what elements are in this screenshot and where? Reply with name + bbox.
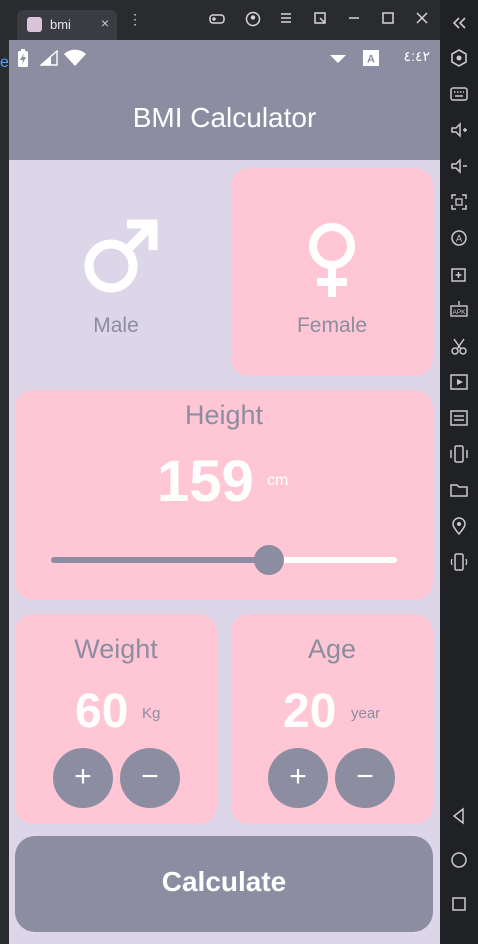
rotate-auto-icon[interactable]: A (448, 227, 470, 249)
slider-thumb[interactable] (253, 545, 284, 575)
female-card[interactable]: Female (231, 168, 433, 376)
battery-charging-icon (17, 48, 29, 73)
weight-label: Weight (74, 634, 158, 664)
account-icon[interactable] (244, 11, 262, 29)
weight-increment-button[interactable]: + (53, 748, 113, 808)
back-nav-icon[interactable] (448, 805, 470, 827)
folder-icon[interactable] (448, 479, 470, 501)
home-nav-icon[interactable] (448, 849, 470, 871)
calculate-label: Calculate (161, 866, 287, 897)
calculate-button[interactable]: Calculate (15, 836, 433, 932)
hamburger-menu-icon[interactable] (277, 11, 295, 29)
age-increment-button[interactable]: + (268, 748, 328, 808)
female-icon (305, 222, 359, 303)
male-icon (81, 216, 161, 301)
weight-decrement-button[interactable]: − (120, 748, 180, 808)
age-card: Age 20 year + − (231, 614, 433, 824)
height-value: 159 (157, 449, 254, 514)
app-title: BMI Calculator (132, 102, 317, 133)
male-card[interactable]: Male (15, 168, 217, 376)
minimize-window-icon[interactable] (345, 11, 363, 29)
macro-list-icon[interactable] (448, 407, 470, 429)
dropdown-indicator-icon (329, 52, 347, 70)
screenshot-frame-icon[interactable] (448, 191, 470, 213)
weight-value: 60 (75, 685, 129, 738)
keyboard-icon[interactable] (448, 83, 470, 105)
height-card: Height 159 cm (15, 390, 433, 600)
recents-nav-icon[interactable] (448, 893, 470, 915)
height-unit: cm (267, 472, 289, 489)
app-favicon-icon (27, 17, 42, 32)
app-bar: BMI Calculator (9, 76, 440, 160)
age-decrement-button[interactable]: − (335, 748, 395, 808)
phone-screen: A ٤:٤٢ BMI Calculator Male Female Height… (9, 40, 440, 944)
volume-up-icon[interactable] (448, 119, 470, 141)
keyboard-indicator-icon: A (363, 50, 379, 71)
location-pin-icon[interactable] (448, 515, 470, 537)
status-time: ٤:٤٢ (403, 48, 430, 64)
svg-text:APK: APK (452, 309, 466, 316)
settings-hex-icon[interactable] (448, 47, 470, 69)
slider-inactive-track (268, 557, 397, 563)
weight-unit: Kg (142, 705, 161, 722)
emulator-titlebar: bmi × ⋮ (0, 0, 440, 40)
volume-down-icon[interactable] (448, 155, 470, 177)
maximize-window-icon[interactable] (379, 11, 397, 29)
rotate-device-icon[interactable] (448, 551, 470, 573)
svg-text:A: A (367, 54, 375, 66)
collapse-sidebar-icon[interactable] (448, 12, 470, 34)
male-label: Male (93, 314, 139, 337)
age-unit: year (351, 705, 381, 722)
female-label: Female (296, 314, 368, 337)
left-window-edge: e (0, 40, 9, 944)
gamepad-icon[interactable] (208, 11, 226, 29)
emulator-toolbar: A APK (440, 0, 478, 944)
weight-card: Weight 60 Kg + − (15, 614, 217, 824)
tab-close-icon[interactable]: × (101, 15, 109, 31)
more-menu-icon[interactable]: ⋮ (128, 12, 142, 26)
wifi-icon (63, 49, 87, 72)
age-value: 20 (283, 685, 337, 738)
svg-text:A: A (456, 234, 462, 244)
height-label: Height (184, 400, 264, 430)
popout-window-icon[interactable] (311, 11, 329, 29)
close-window-icon[interactable] (413, 11, 431, 29)
status-bar: A ٤:٤٢ (9, 40, 440, 76)
shake-device-icon[interactable] (448, 443, 470, 465)
age-label: Age (307, 634, 357, 664)
edge-letter: e (0, 54, 9, 71)
browser-tab[interactable]: bmi × (17, 10, 117, 40)
tab-title: bmi (50, 17, 71, 32)
media-player-icon[interactable] (448, 371, 470, 393)
add-window-icon[interactable] (448, 263, 470, 285)
apk-install-icon[interactable]: APK (448, 299, 470, 321)
scissors-icon[interactable] (448, 335, 470, 357)
slider-active-track (51, 557, 269, 563)
signal-icon (39, 49, 58, 71)
